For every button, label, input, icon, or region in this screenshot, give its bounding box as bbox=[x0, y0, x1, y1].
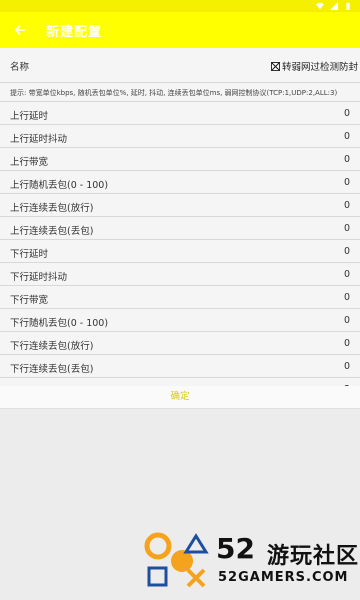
hint-row: 提示: 带宽单位kbps, 随机丢包单位%, 延时, 抖动, 连续丢包单位ms,… bbox=[0, 83, 360, 102]
checkbox-checked-icon bbox=[271, 61, 280, 71]
param-value[interactable]: 0 bbox=[344, 269, 350, 280]
watermark-symbols-icon bbox=[144, 532, 209, 588]
app-bar: 新建配置 bbox=[0, 12, 360, 48]
back-button[interactable] bbox=[10, 20, 30, 40]
param-row[interactable]: 下行延时抖动 0 bbox=[0, 263, 360, 286]
param-label: 上行连续丢包(放行) bbox=[10, 203, 94, 214]
param-label: 下行延时抖动 bbox=[10, 272, 68, 283]
param-row[interactable]: 下行延时 0 bbox=[0, 240, 360, 263]
param-value[interactable]: 0 bbox=[344, 154, 350, 165]
param-value[interactable]: 0 bbox=[344, 108, 350, 119]
param-row[interactable]: 上行随机丢包(0 - 100) 0 bbox=[0, 171, 360, 194]
watermark-name: 游玩社区 bbox=[267, 544, 360, 569]
param-value[interactable]: 0 bbox=[344, 292, 350, 303]
param-label: 上行连续丢包(丢包) bbox=[10, 226, 94, 237]
param-label: 上行延时抖动 bbox=[10, 134, 68, 145]
param-label: 上行随机丢包(0 - 100) bbox=[10, 180, 109, 191]
param-row[interactable]: 上行连续丢包(丢包) 0 bbox=[0, 217, 360, 240]
checkbox-label: 转弱网过检测防封 bbox=[282, 62, 359, 73]
param-row[interactable]: 上行延时 0 bbox=[0, 102, 360, 125]
page-title: 新建配置 bbox=[46, 25, 103, 40]
param-label: 下行延时 bbox=[10, 249, 49, 260]
param-list: 上行延时 0 上行延时抖动 0 上行带宽 0 上行随机丢包(0 - 100) 0 上行连续丢包(… bbox=[0, 102, 360, 401]
param-value[interactable]: 0 bbox=[344, 131, 350, 142]
param-row[interactable]: 下行随机丢包(0 - 100) 0 bbox=[0, 309, 360, 332]
battery-icon bbox=[346, 2, 350, 10]
param-row[interactable]: 下行连续丢包(放行) 0 bbox=[0, 332, 360, 355]
config-form: 名称 转弱网过检测防封 提示: 带宽单位kbps, 随机丢包单位%, 延时, 抖… bbox=[0, 48, 360, 401]
hint-text: 提示: 带宽单位kbps, 随机丢包单位%, 延时, 抖动, 连续丢包单位ms,… bbox=[10, 89, 338, 97]
detection-checkbox[interactable]: 转弱网过检测防封 bbox=[271, 59, 358, 73]
param-value[interactable]: 0 bbox=[344, 338, 350, 349]
watermark-number: 52 bbox=[216, 532, 255, 565]
param-value[interactable]: 0 bbox=[344, 177, 350, 188]
confirm-button[interactable]: 确定 bbox=[0, 386, 360, 409]
param-value[interactable]: 0 bbox=[344, 361, 350, 372]
param-label: 下行连续丢包(放行) bbox=[10, 341, 94, 352]
param-label: 下行带宽 bbox=[10, 295, 49, 306]
back-arrow-icon bbox=[14, 24, 25, 36]
param-row[interactable]: 下行连续丢包(丢包) 0 bbox=[0, 355, 360, 378]
name-label: 名称 bbox=[10, 62, 30, 73]
param-value[interactable]: 0 bbox=[344, 223, 350, 234]
name-row: 名称 转弱网过检测防封 bbox=[0, 48, 360, 83]
param-row[interactable]: 下行带宽 0 bbox=[0, 286, 360, 309]
status-bar bbox=[0, 0, 360, 12]
watermark-domain: 52GAMERS.COM bbox=[218, 570, 349, 585]
param-label: 下行随机丢包(0 - 100) bbox=[10, 318, 109, 329]
signal-icon bbox=[330, 2, 338, 10]
param-row[interactable]: 上行连续丢包(放行) 0 bbox=[0, 194, 360, 217]
wifi-icon bbox=[316, 2, 324, 10]
param-value[interactable]: 0 bbox=[344, 246, 350, 257]
watermark-logo: 52 游玩社区 52GAMERS.COM bbox=[144, 528, 360, 594]
param-label: 上行延时 bbox=[10, 111, 49, 122]
param-row[interactable]: 上行延时抖动 0 bbox=[0, 125, 360, 148]
param-label: 上行带宽 bbox=[10, 157, 49, 168]
param-value[interactable]: 0 bbox=[344, 200, 350, 211]
param-row[interactable]: 上行带宽 0 bbox=[0, 148, 360, 171]
param-value[interactable]: 0 bbox=[344, 315, 350, 326]
param-label: 下行连续丢包(丢包) bbox=[10, 364, 94, 375]
